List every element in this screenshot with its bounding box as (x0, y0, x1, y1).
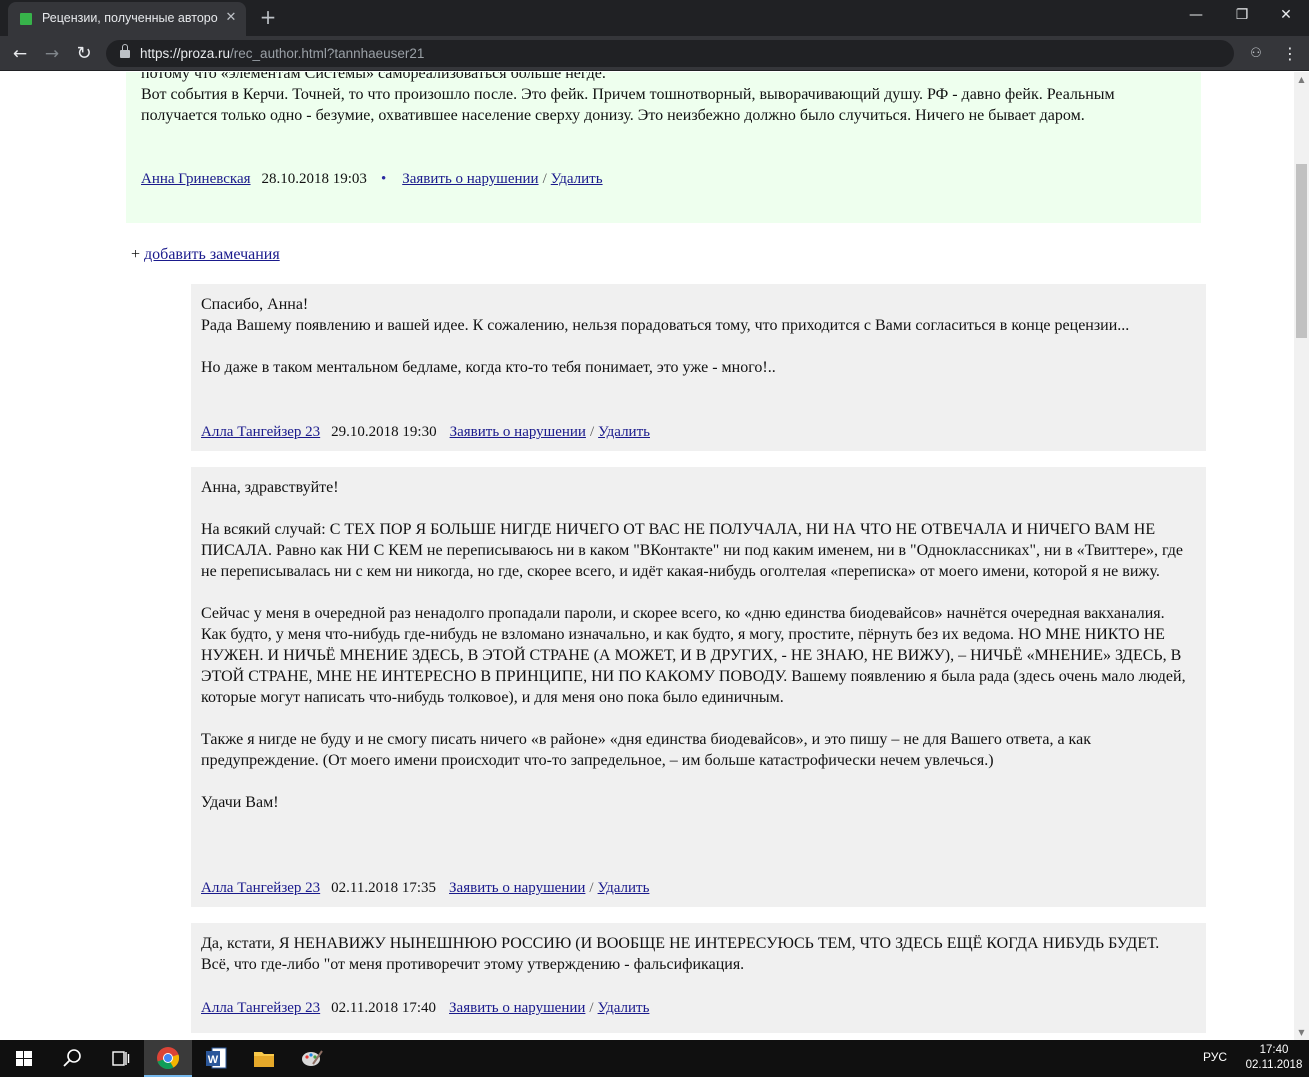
review-text: Вот события в Керчи. Точней, то что прои… (141, 86, 1115, 124)
paint-app-icon[interactable] (288, 1040, 336, 1077)
answer-text: Да, кстати, Я НЕНАВИЖУ НЫНЕШНЮЮ РОССИЮ (… (201, 933, 1191, 975)
review-text-cut: потому что «элементам Системы» самореали… (141, 72, 606, 82)
clock[interactable]: 17:40 02.11.2018 (1244, 1043, 1304, 1073)
lock-icon[interactable] (120, 44, 130, 59)
add-notes: + добавить замечания (131, 244, 280, 265)
answer-paragraph: Удачи Вам! (201, 794, 279, 811)
url-host: https://proza.ru (140, 46, 231, 61)
report-violation-link[interactable]: Заявить о нарушении (450, 424, 586, 440)
clock-time: 17:40 (1259, 1044, 1289, 1056)
new-tab-button[interactable]: + (256, 5, 280, 29)
task-view-icon[interactable] (96, 1040, 144, 1077)
delete-link[interactable]: Удалить (551, 171, 603, 187)
search-icon[interactable] (48, 1040, 96, 1077)
separator: / (589, 880, 594, 896)
answer-date: 02.11.2018 17:35 (331, 880, 437, 896)
tab-title: Рецензии, полученные автором (42, 11, 218, 25)
url-path: /rec_author.html?tannhaeuser21 (230, 46, 425, 61)
file-explorer-icon[interactable] (240, 1040, 288, 1077)
separator: / (589, 424, 595, 440)
site-favicon-icon (20, 13, 32, 25)
delete-link[interactable]: Удалить (598, 880, 650, 896)
window-minimize-button[interactable]: — (1173, 0, 1219, 30)
separator: / (542, 171, 547, 187)
separator: / (589, 1000, 594, 1016)
page-scrollbar[interactable]: ▲ ▼ (1294, 72, 1309, 1040)
answer-paragraph: Анна, здравствуйте! (201, 479, 339, 496)
answer-meta: Алла Тангейзер 23 29.10.2018 19:30 Заявить… (201, 422, 650, 443)
add-notes-link[interactable]: добавить замечания (144, 246, 280, 263)
chrome-app-icon[interactable] (144, 1040, 192, 1077)
word-app-icon[interactable]: W (192, 1040, 240, 1077)
svg-text:W: W (208, 1054, 219, 1066)
tab-strip: Рецензии, полученные автором ✕ + — ❐ ✕ (0, 0, 1309, 36)
back-arrow-icon[interactable]: ← (6, 40, 34, 68)
answer-author-link[interactable]: Алла Тангейзер 23 (201, 880, 320, 896)
tab-close-icon[interactable]: ✕ (222, 9, 240, 27)
clock-date: 02.11.2018 (1245, 1059, 1303, 1071)
reload-icon[interactable]: ↻ (70, 40, 98, 68)
delete-link[interactable]: Удалить (598, 424, 650, 440)
review-block: потому что «элементам Системы» самореали… (126, 72, 1201, 223)
browser-toolbar: ← → ↻ https://proza.ru/rec_author.html?t… (0, 36, 1309, 71)
address-bar[interactable]: https://proza.ru/rec_author.html?tannhae… (106, 40, 1234, 67)
window-close-button[interactable]: ✕ (1263, 0, 1309, 30)
url-text[interactable]: https://proza.ru/rec_author.html?tannhae… (140, 46, 424, 61)
answer-block: Анна, здравствуйте! На всякий случай: С … (191, 467, 1206, 907)
bullet-icon: • (380, 171, 387, 187)
scroll-up-arrow-icon[interactable]: ▲ (1294, 72, 1309, 87)
answer-paragraph: Также я нигде не буду и не смогу писать … (201, 731, 1091, 769)
input-language-indicator[interactable]: РУС (1203, 1050, 1227, 1064)
report-violation-link[interactable]: Заявить о нарушении (449, 880, 585, 896)
answer-paragraph: Спасибо, Анна! Рада Вашему появлению и в… (201, 296, 1130, 334)
plus-icon: + (131, 246, 145, 263)
window-restore-button[interactable]: ❐ (1219, 0, 1265, 30)
answer-meta: Алла Тангейзер 23 02.11.2018 17:35 Заявить… (201, 878, 649, 899)
browser-tab[interactable]: Рецензии, полученные автором ✕ (8, 2, 246, 36)
scroll-thumb[interactable] (1296, 164, 1307, 338)
answer-text: Анна, здравствуйте! На всякий случай: С … (201, 477, 1191, 813)
answer-block: Да, кстати, Я НЕНАВИЖУ НЫНЕШНЮЮ РОССИЮ (… (191, 923, 1206, 1033)
answer-paragraph: Да, кстати, Я НЕНАВИЖУ НЫНЕШНЮЮ РОССИЮ (… (201, 935, 1160, 973)
answer-block: Спасибо, Анна! Рада Вашему появлению и в… (191, 284, 1206, 451)
review-meta: Анна Гриневская 28.10.2018 19:03 • Заявить … (141, 169, 603, 190)
report-violation-link[interactable]: Заявить о нарушении (402, 171, 538, 187)
answer-text: Спасибо, Анна! Рада Вашему появлению и в… (201, 294, 1191, 378)
forward-arrow-icon[interactable]: → (38, 40, 66, 68)
answer-meta: Алла Тангейзер 23 02.11.2018 17:40 Заявить… (201, 998, 649, 1019)
extension-icon[interactable]: ⚇ (1246, 44, 1266, 64)
answer-paragraph: Но даже в таком ментальном бедламе, когд… (201, 359, 776, 376)
scroll-down-arrow-icon[interactable]: ▼ (1294, 1025, 1309, 1040)
windows-start-icon[interactable] (0, 1040, 48, 1077)
delete-link[interactable]: Удалить (598, 1000, 650, 1016)
windows-taskbar: W РУС 17:40 02.11.2018 (0, 1040, 1309, 1077)
answer-paragraph: Сейчас у меня в очередной раз ненадолго … (201, 605, 1186, 706)
browser-menu-icon[interactable]: ⋮ (1280, 44, 1300, 64)
answer-paragraph: На всякий случай: С ТЕХ ПОР Я БОЛЬШЕ НИГ… (201, 521, 1183, 580)
review-date: 28.10.2018 19:03 (261, 171, 367, 187)
answer-date: 02.11.2018 17:40 (331, 1000, 437, 1016)
answer-date: 29.10.2018 19:30 (331, 424, 437, 440)
report-violation-link[interactable]: Заявить о нарушении (449, 1000, 585, 1016)
answer-author-link[interactable]: Алла Тангейзер 23 (201, 424, 320, 440)
answer-author-link[interactable]: Алла Тангейзер 23 (201, 1000, 320, 1016)
page-viewport: потому что «элементам Системы» самореали… (0, 72, 1294, 1040)
review-author-link[interactable]: Анна Гриневская (141, 171, 251, 187)
